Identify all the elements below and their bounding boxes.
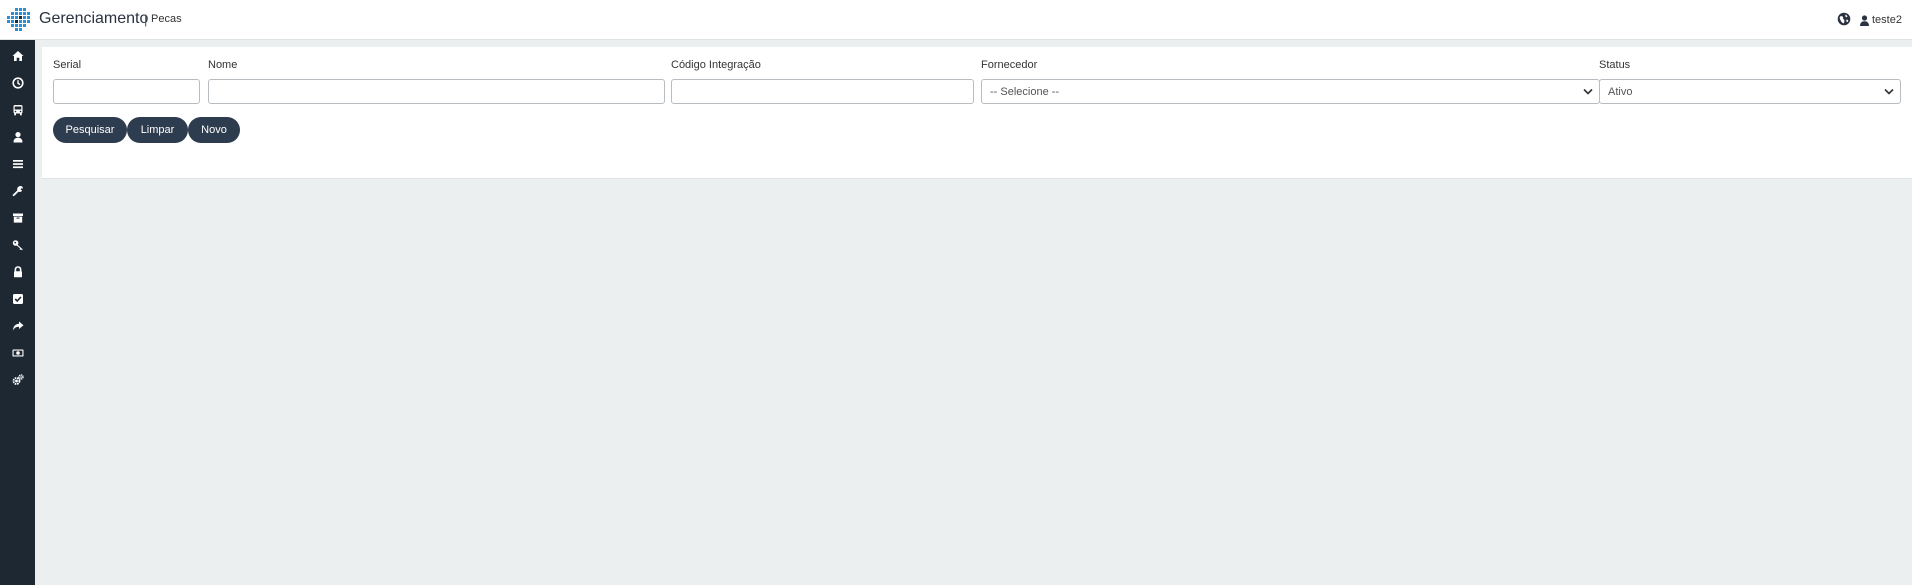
bus-icon [13,105,22,116]
nome-label: Nome [208,59,238,71]
sidebar-item-tools[interactable] [0,178,35,204]
wrench-icon [12,185,23,197]
home-icon [12,51,23,61]
sidebar-item-user[interactable] [0,124,35,150]
sidebar-item-financial[interactable] [0,340,35,366]
codigo-integracao-label: Código Integração [671,59,761,71]
sidebar-item-settings[interactable] [0,367,35,393]
fornecedor-label: Fornecedor [981,59,1038,71]
page-title: Pecas [151,13,182,25]
sidebar-item-archive[interactable] [0,205,35,231]
filter-panel: Serial Nome Código Integração Fornecedor… [42,47,1912,179]
sidebar-item-bus[interactable] [0,97,35,123]
status-label: Status [1599,59,1631,71]
sidebar-item-list[interactable] [0,151,35,177]
user-name: teste2 [1872,14,1902,26]
serial-label: Serial [53,59,82,71]
status-selected-value: Ativo [1608,85,1633,98]
new-button[interactable]: Novo [188,117,240,143]
sidebar-item-history[interactable] [0,70,35,96]
search-button[interactable]: Pesquisar [53,117,127,143]
clear-button[interactable]: Limpar [127,117,188,143]
title-separator: | [144,12,148,27]
archive-icon [12,213,23,223]
fornecedor-select[interactable]: -- Selecione -- [981,79,1600,104]
serial-input[interactable] [53,79,200,104]
list-icon [12,160,23,169]
sidebar-item-home[interactable] [0,43,35,69]
fornecedor-selected-value: -- Selecione -- [990,85,1060,98]
top-bar: Gerenciamento | Pecas teste2 [0,0,1912,40]
share-icon [12,321,23,331]
sidebar [0,40,35,585]
logo-grid-icon[interactable] [6,7,32,33]
chevron-down-icon [1583,88,1593,95]
sidebar-item-security[interactable] [0,259,35,285]
cogs-icon [12,374,24,385]
user-icon [1860,14,1869,26]
chevron-down-icon [1884,88,1894,95]
clock-icon [11,77,24,89]
check-square-icon [12,294,23,304]
app-title: Gerenciamento [39,10,149,27]
user-icon [13,132,22,143]
sidebar-item-tasks[interactable] [0,286,35,312]
money-icon [12,349,23,357]
globe-icon[interactable] [1837,12,1851,26]
key-icon [12,240,23,251]
nome-input[interactable] [208,79,665,104]
codigo-integracao-input[interactable] [671,79,974,104]
user-menu[interactable]: teste2 [1860,13,1902,27]
sidebar-item-share[interactable] [0,313,35,339]
lock-icon [13,266,22,278]
status-select[interactable]: Ativo [1599,79,1901,104]
sidebar-item-key[interactable] [0,232,35,258]
